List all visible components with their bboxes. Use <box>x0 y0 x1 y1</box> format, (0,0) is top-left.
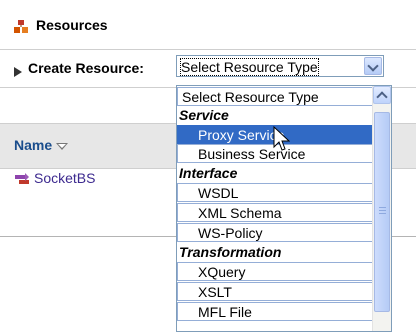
scrollbar-thumb[interactable] <box>374 112 390 312</box>
create-resource-label: Create Resource: <box>28 60 144 76</box>
resource-type-dropdown[interactable]: Select Resource Type Service Proxy Servi… <box>176 85 392 332</box>
resource-type-select-value: Select Resource Type <box>180 58 319 76</box>
divider <box>0 49 416 50</box>
grip-line <box>379 213 386 214</box>
option-ws-policy[interactable]: WS-Policy <box>177 223 373 242</box>
resource-type-select[interactable]: Select Resource Type <box>176 55 384 77</box>
resource-link-socketbs[interactable]: SocketBS <box>34 170 95 186</box>
chevron-down-icon <box>367 60 379 72</box>
scroll-up-button[interactable] <box>373 86 391 104</box>
option-xquery[interactable]: XQuery <box>177 262 373 281</box>
option-select-resource-type[interactable]: Select Resource Type <box>177 87 373 106</box>
expand-arrow-icon[interactable] <box>14 67 22 77</box>
optgroup-transformation: Transformation <box>179 244 282 260</box>
sort-icon[interactable] <box>56 143 68 150</box>
grip-line <box>379 210 386 211</box>
name-column-header[interactable]: Name <box>14 137 52 153</box>
grip-line <box>379 207 386 208</box>
select-dropdown-button[interactable] <box>364 57 382 75</box>
business-service-icon <box>15 173 29 184</box>
option-mfl-file[interactable]: MFL File <box>177 302 373 321</box>
resources-icon <box>14 20 28 33</box>
chevron-up-icon <box>376 91 388 103</box>
option-xslt[interactable]: XSLT <box>177 282 373 301</box>
optgroup-interface: Interface <box>179 165 238 181</box>
dropdown-scrollbar[interactable] <box>372 86 391 331</box>
option-xml-schema[interactable]: XML Schema <box>177 203 373 222</box>
page-title: Resources <box>36 17 108 33</box>
mouse-cursor-icon <box>273 126 290 151</box>
optgroup-service: Service <box>179 107 229 123</box>
option-wsdl[interactable]: WSDL <box>177 183 373 202</box>
